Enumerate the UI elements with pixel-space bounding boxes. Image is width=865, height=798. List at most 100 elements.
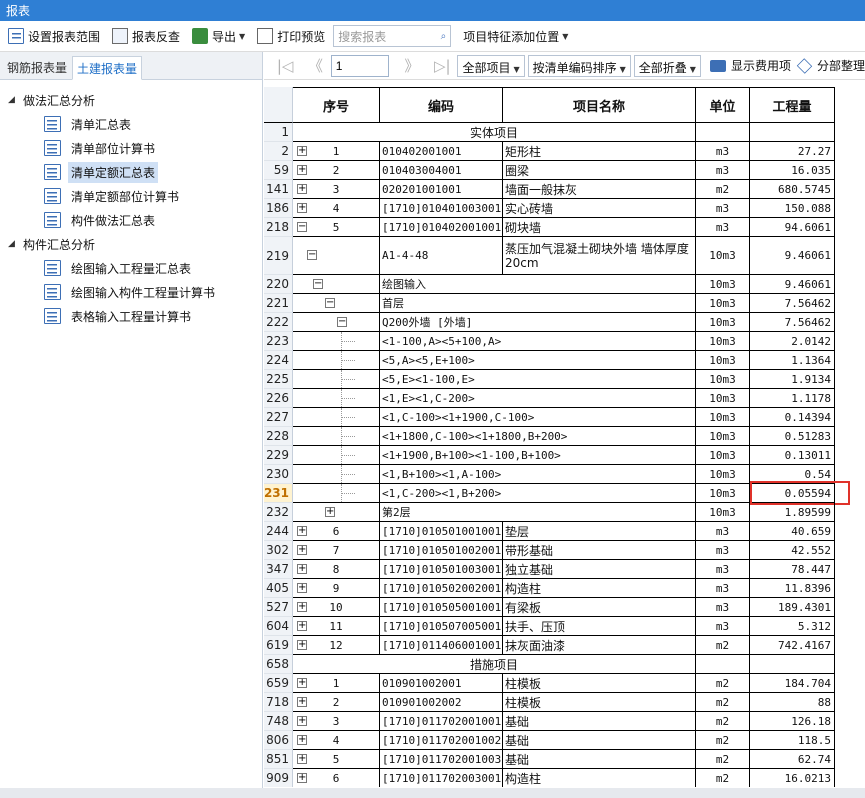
expand-icon[interactable]: +	[325, 507, 335, 517]
qty-cell: 680.5745	[750, 180, 835, 199]
tab-civil-report[interactable]: 土建报表量	[72, 56, 143, 80]
tree-item-report[interactable]: 清单汇总表	[0, 112, 262, 136]
table-row[interactable]: 659 +1 010901002001 柱模板 m2 184.704	[264, 674, 835, 693]
search-icon[interactable]: ⌕	[441, 31, 447, 42]
export-button[interactable]: 导出 ▼	[188, 24, 249, 48]
qty-cell: 11.8396	[750, 579, 835, 598]
table-row[interactable]: 347 +8 [1710]010501003001 独立基础 m3 78.447	[264, 560, 835, 579]
print-preview-button[interactable]: 打印预览	[253, 24, 329, 48]
table-row[interactable]: 218−5 [1710]010402001001 砌块墙 m3 94.6061	[264, 218, 835, 237]
table-header: 序号 编码 项目名称 单位 工程量	[264, 87, 835, 123]
table-row[interactable]: 748 +3 [1710]011702001001 基础 m2 126.18	[264, 712, 835, 731]
seq-number: 12	[329, 638, 343, 652]
fold-dropdown[interactable]: 全部折叠 ▼	[633, 54, 701, 77]
table-row[interactable]: 186 +4 [1710]010401003001 实心砖墙 m3 150.088	[264, 199, 835, 218]
table-row[interactable]: 604 +11 [1710]010507005001 扶手、压顶 m3 5.312	[264, 617, 835, 636]
tree-group[interactable]: ◢ 做法汇总分析	[0, 88, 262, 112]
show-fee-button[interactable]: 显示费用项	[709, 57, 791, 74]
qty-cell: 94.6061	[750, 218, 835, 237]
report-search-input[interactable]: 搜索报表 ⌕	[333, 25, 452, 47]
row-number: 230	[264, 465, 293, 484]
tree-group[interactable]: ◢ 构件汇总分析	[0, 232, 262, 256]
table-row[interactable]: 718 +2 010901002002 柱模板 m2 88	[264, 693, 835, 712]
sub-item-text: <1,B+100><1,A-100>	[380, 465, 696, 484]
section-sort-button[interactable]: 分部整理	[796, 57, 865, 74]
tree-item-label: 绘图输入工程量汇总表	[71, 261, 192, 276]
table-row[interactable]: 229 <1+1900,B+100><1-100,B+100> 10m3 0.1301…	[264, 446, 835, 465]
report-list-icon	[44, 212, 61, 228]
table-row[interactable]: 220 − 绘图输入 10m3 9.46061	[264, 275, 835, 294]
collapse-icon[interactable]: −	[337, 317, 347, 327]
seq-number: 1	[332, 676, 340, 690]
unit-cell: 10m3	[696, 275, 750, 294]
tree-item-report[interactable]: 清单定额汇总表	[0, 160, 262, 184]
table-row[interactable]: 223 <1-100,A><5+100,A> 10m3 2.0142	[264, 332, 835, 351]
reverse-check-button[interactable]: 报表反查	[108, 24, 184, 48]
unit-cell	[696, 655, 750, 674]
table-row[interactable]: 221 − 首层 10m3 7.56462	[264, 294, 835, 313]
prev-page-icon[interactable]: 《	[300, 55, 330, 76]
table-row[interactable]: 224 <5,A><5,E+100> 10m3 1.1364	[264, 351, 835, 370]
code-cell: [1710]010402001001	[380, 218, 503, 237]
page-number-input[interactable]	[330, 54, 389, 77]
tree-item-report[interactable]: 清单部位计算书	[0, 136, 262, 160]
tree-indent-cell	[293, 389, 380, 408]
tree-item-report[interactable]: 清单定额部位计算书	[0, 184, 262, 208]
sub-item-text: Q200外墙 [外墙]	[380, 313, 696, 332]
table-row[interactable]: 909 +6 [1710]011702003001 构造柱 m2 16.0213	[264, 769, 835, 787]
table-row[interactable]: 2 +1 010402001001 矩形柱 m3 27.27	[264, 142, 835, 161]
next-page-icon[interactable]: 》	[397, 55, 427, 76]
table-row[interactable]: 527 +10 [1710]010505001001 有梁板 m3 189.4301	[264, 598, 835, 617]
table-row[interactable]: 228 <1+1800,C-100><1+1800,B+200> 10m3 0.512…	[264, 427, 835, 446]
table-row[interactable]: 302 +7 [1710]010501002001 带形基础 m3 42.552	[264, 541, 835, 560]
row-number: 228	[264, 427, 293, 446]
row-number: 221	[264, 294, 293, 313]
row-number: 527	[264, 598, 293, 617]
table-row[interactable]: 405 +9 [1710]010502002001 构造柱 m3 11.8396	[264, 579, 835, 598]
tree-item-report[interactable]: 表格输入工程量计算书	[0, 304, 262, 328]
table-row[interactable]: 59 +2 010403004001 圈梁 m3 16.035	[264, 161, 835, 180]
unit-cell: 10m3	[696, 237, 750, 275]
table-row[interactable]: 244 +6 [1710]010501001001 垫层 m3 40.659	[264, 522, 835, 541]
table-row[interactable]: 232 + 第2层 10m3 1.89599	[264, 503, 835, 522]
collapse-triangle-icon[interactable]: ◢	[8, 239, 20, 249]
tab-rebar-report[interactable]: 钢筋报表量	[2, 55, 72, 79]
tree-item-report[interactable]: 绘图输入构件工程量计算书	[0, 280, 262, 304]
filter-dropdown[interactable]: 全部项目 ▼	[457, 54, 525, 77]
first-page-icon[interactable]: |◁	[270, 57, 300, 75]
name-cell: 抹灰面油漆	[503, 636, 696, 655]
unit-cell: m3	[696, 560, 750, 579]
feature-position-dropdown[interactable]: 项目特征添加位置 ▼	[459, 24, 572, 48]
table-row[interactable]: 219 − A1-4-48 蒸压加气混凝土砌块外墙 墙体厚度20cm 10m3 9.460…	[264, 237, 835, 275]
table-row[interactable]: 619 +12 [1710]011406001001 抹灰面油漆 m2 742.4167	[264, 636, 835, 655]
collapse-icon[interactable]: −	[307, 250, 317, 260]
sort-dropdown[interactable]: 按清单编码排序 ▼	[527, 54, 631, 77]
collapse-icon[interactable]: −	[325, 298, 335, 308]
table-row[interactable]: 226 <1,E><1,C-200> 10m3 1.1178	[264, 389, 835, 408]
code-cell: [1710]010505001001	[380, 598, 503, 617]
table-row[interactable]: 225 <5,E><1-100,E> 10m3 1.9134	[264, 370, 835, 389]
table-row[interactable]: 222 − Q200外墙 [外墙] 10m3 7.56462	[264, 313, 835, 332]
tree-item-label: 构件做法汇总表	[71, 213, 156, 228]
tree-item-report[interactable]: 构件做法汇总表	[0, 208, 262, 232]
code-cell: [1710]011702001002	[380, 731, 503, 750]
set-range-button[interactable]: 设置报表范围	[4, 24, 104, 48]
seq-cell: +9	[293, 579, 380, 598]
collapse-icon[interactable]: −	[313, 279, 323, 289]
last-page-icon[interactable]: ▷|	[427, 57, 457, 75]
table-row[interactable]: 658 措施项目	[264, 655, 835, 674]
table-row[interactable]: 141 +3 020201001001 墙面一般抹灰 m2 680.5745	[264, 180, 835, 199]
name-cell: 圈梁	[503, 161, 696, 180]
collapse-triangle-icon[interactable]: ◢	[8, 95, 20, 105]
tree-item-label: 表格输入工程量计算书	[71, 309, 192, 324]
table-row[interactable]: 227 <1,C-100><1+1900,C-100> 10m3 0.14394	[264, 408, 835, 427]
table-row[interactable]: 806 +4 [1710]011702001002 基础 m2 118.5	[264, 731, 835, 750]
table-row[interactable]: 1 实体项目	[264, 123, 835, 142]
tree-item-report[interactable]: 绘图输入工程量汇总表	[0, 256, 262, 280]
qty-cell: 7.56462	[750, 313, 835, 332]
seq-cell: −5	[293, 218, 380, 237]
table-row[interactable]: 851 +5 [1710]011702001003 基础 m2 62.74	[264, 750, 835, 769]
tree-indent-cell	[293, 351, 380, 370]
seq-number: 9	[332, 581, 340, 595]
tree-indent-cell	[293, 465, 380, 484]
